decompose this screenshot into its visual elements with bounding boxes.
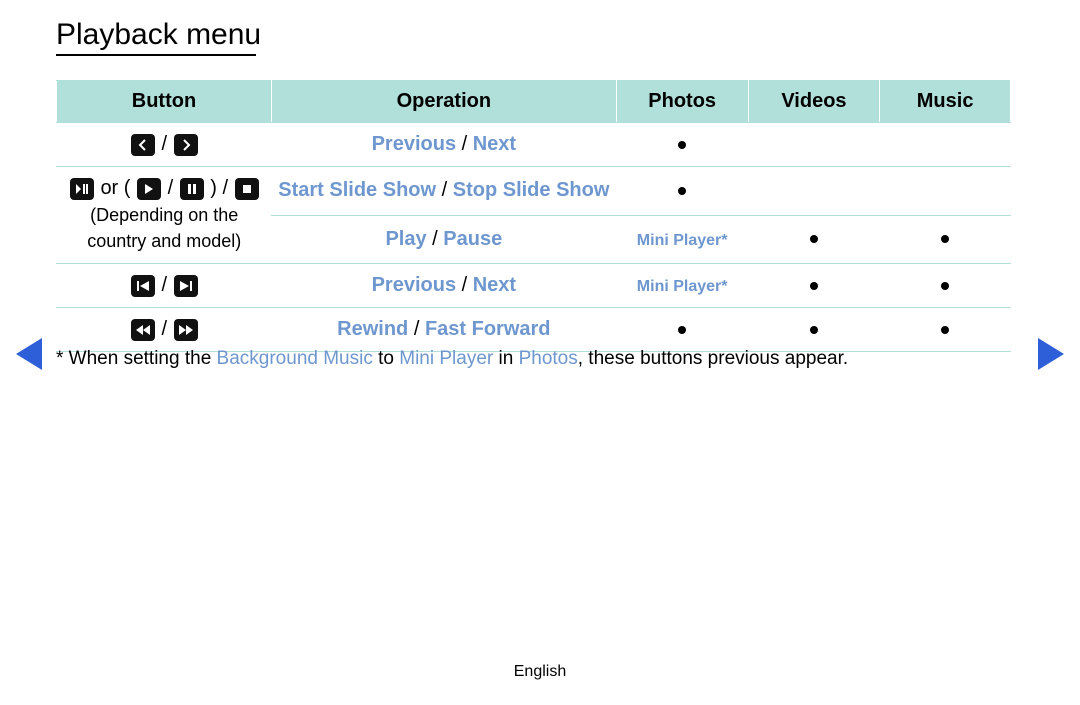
open-paren: ( [124,177,136,199]
cell-button-r4: / [57,264,272,308]
cell-op-r5: Rewind / Fast Forward [271,308,616,352]
op-label: Next [473,133,516,155]
cell-music-r5 [880,308,1011,352]
play-pause-icon [70,178,94,200]
cell-op-r2: Start Slide Show / Stop Slide Show [271,167,616,216]
cell-videos-r5 [748,308,880,352]
footnote-text: to [373,348,399,369]
mini-player-label: Mini Player* [637,232,728,249]
bullet-icon [678,187,686,195]
play-icon [137,178,161,200]
chevron-left-icon [131,134,155,156]
op-label: Play [385,228,426,250]
stop-icon [235,178,259,200]
separator: / [408,318,425,340]
cell-photos-r4: Mini Player* [616,264,748,308]
header-photos: Photos [616,81,748,123]
separator: / [168,177,179,199]
cell-videos-r1 [748,123,880,167]
separator: / [161,274,172,296]
button-note-line2: country and model) [63,230,265,253]
footnote-bg-music: Background Music [217,348,373,369]
nav-next-icon[interactable] [1038,338,1064,370]
cell-button-r1: / [57,123,272,167]
op-label: Pause [443,228,502,250]
cell-button-r2: or ( / ) / [57,167,272,264]
footnote-text: , these buttons previous appear. [578,348,848,369]
button-note-line1: (Depending on the [63,204,265,227]
separator: / [436,179,453,201]
bullet-icon [941,326,949,334]
cell-op-r1: Previous / Next [271,123,616,167]
cell-op-r4: Previous / Next [271,264,616,308]
cell-videos-r3 [748,215,880,264]
bullet-icon [678,326,686,334]
op-label: Start Slide Show [278,179,436,201]
footnote-photos: Photos [519,348,578,369]
playback-table: Button Operation Photos Videos Music / [56,80,1011,352]
cell-photos-r5 [616,308,748,352]
nav-prev-icon[interactable] [16,338,42,370]
op-label: Next [473,274,516,296]
separator: / [427,228,444,250]
skip-next-icon [174,275,198,297]
fast-forward-icon [174,319,198,341]
cell-button-r5: / [57,308,272,352]
op-label: Fast Forward [425,318,551,340]
separator: / [161,318,172,340]
table-row: / Rewind / Fast Forward [57,308,1011,352]
cell-photos-r3: Mini Player* [616,215,748,264]
bullet-icon [941,282,949,290]
cell-videos-r4 [748,264,880,308]
separator: / [222,177,233,199]
cell-music-r3 [880,215,1011,264]
cell-op-r3: Play / Pause [271,215,616,264]
header-music: Music [880,81,1011,123]
op-label: Rewind [337,318,408,340]
header-videos: Videos [748,81,880,123]
mini-player-label: Mini Player* [637,278,728,295]
cell-music-r1 [880,123,1011,167]
table-row: / Previous / Next Mini Player* [57,264,1011,308]
footnote: * When setting the Background Music to M… [56,348,848,370]
skip-previous-icon [131,275,155,297]
header-operation: Operation [271,81,616,123]
cell-music-r2 [880,167,1011,216]
chevron-right-icon [174,134,198,156]
op-label: Previous [372,274,456,296]
table-row: / Previous / Next [57,123,1011,167]
separator: / [161,133,172,155]
title-underline [56,54,256,56]
footer-language: English [0,663,1080,681]
table-header-row: Button Operation Photos Videos Music [57,81,1011,123]
close-paren: ) [210,177,222,199]
table-row: or ( / ) / [57,167,1011,216]
cell-videos-r2 [748,167,880,216]
pause-icon [180,178,204,200]
rewind-icon [131,319,155,341]
cell-music-r4 [880,264,1011,308]
op-label: Stop Slide Show [453,179,610,201]
header-button: Button [57,81,272,123]
separator: / [456,133,473,155]
footnote-text: in [493,348,518,369]
cell-photos-r2 [616,167,748,216]
bullet-icon [810,326,818,334]
cell-photos-r1 [616,123,748,167]
bullet-icon [810,282,818,290]
bullet-icon [810,235,818,243]
footnote-text: * When setting the [56,348,217,369]
or-label: or [100,177,123,199]
footnote-mini: Mini Player [399,348,493,369]
bullet-icon [941,235,949,243]
separator: / [456,274,473,296]
op-label: Previous [372,133,456,155]
page-title: Playback menu [56,18,261,55]
bullet-icon [678,141,686,149]
